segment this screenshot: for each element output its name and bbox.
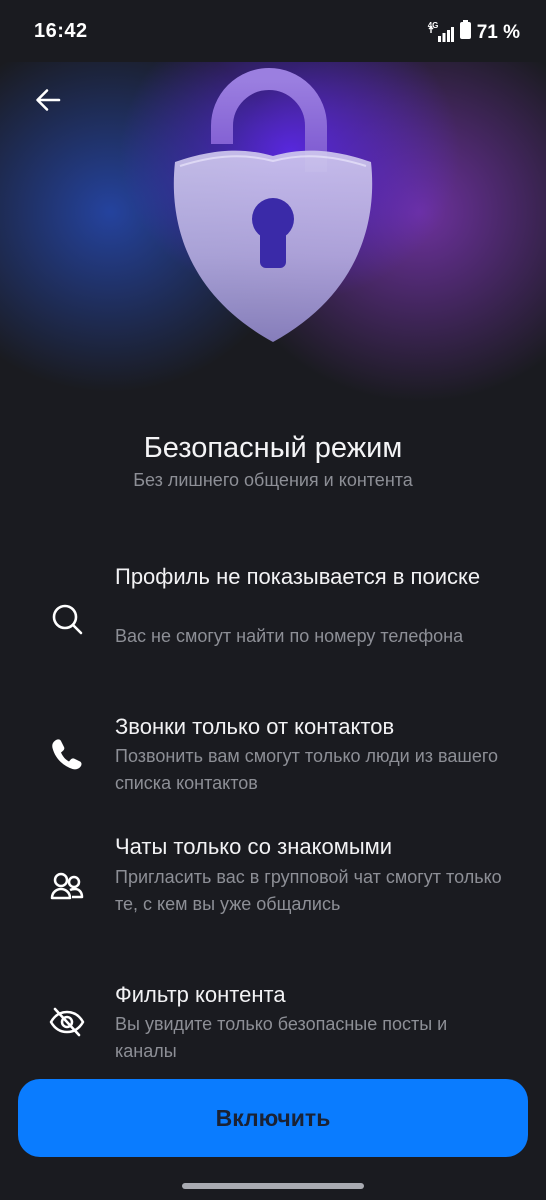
feature-description: Пригласить вас в групповой чат смогут то… [115,867,502,914]
feature-title: Фильтр контента [115,982,286,1007]
feature-title: Звонки только от контактов [115,714,395,739]
page-subtitle: Без лишнего общения и контента [133,470,413,490]
battery-icon [459,20,471,45]
arrow-left-icon [36,89,61,111]
page-title: Безопасный режим [143,432,403,464]
battery-level: 71 % [476,21,520,43]
safe-mode-screen: 16:42 4G 71 % Безопасный режим Без лишне… [0,0,546,1200]
feature-description: Вы увидите только безопасные посты и кан… [115,1014,448,1061]
padlock-shield-icon [160,62,386,357]
feature-title: Профиль не показывается в поиске [115,564,481,589]
signal-icon: 4G [428,21,454,43]
enable-button[interactable]: Включить [18,1079,528,1157]
phone-icon [48,735,86,773]
feature-description: Вас не смогут найти по номеру телефона [115,626,464,646]
feature-description: Позвонить вам смогут только люди из ваше… [115,746,499,793]
eye-off-icon [48,1003,86,1041]
feature-title: Чаты только со знакомыми [115,834,393,859]
people-icon [48,868,86,906]
home-indicator[interactable] [182,1183,364,1189]
status-indicators: 4G 71 % [428,20,520,45]
search-icon [48,600,86,638]
status-time: 16:42 [34,20,88,42]
status-bar: 16:42 4G 71 % [0,0,546,62]
back-button[interactable] [28,80,68,120]
